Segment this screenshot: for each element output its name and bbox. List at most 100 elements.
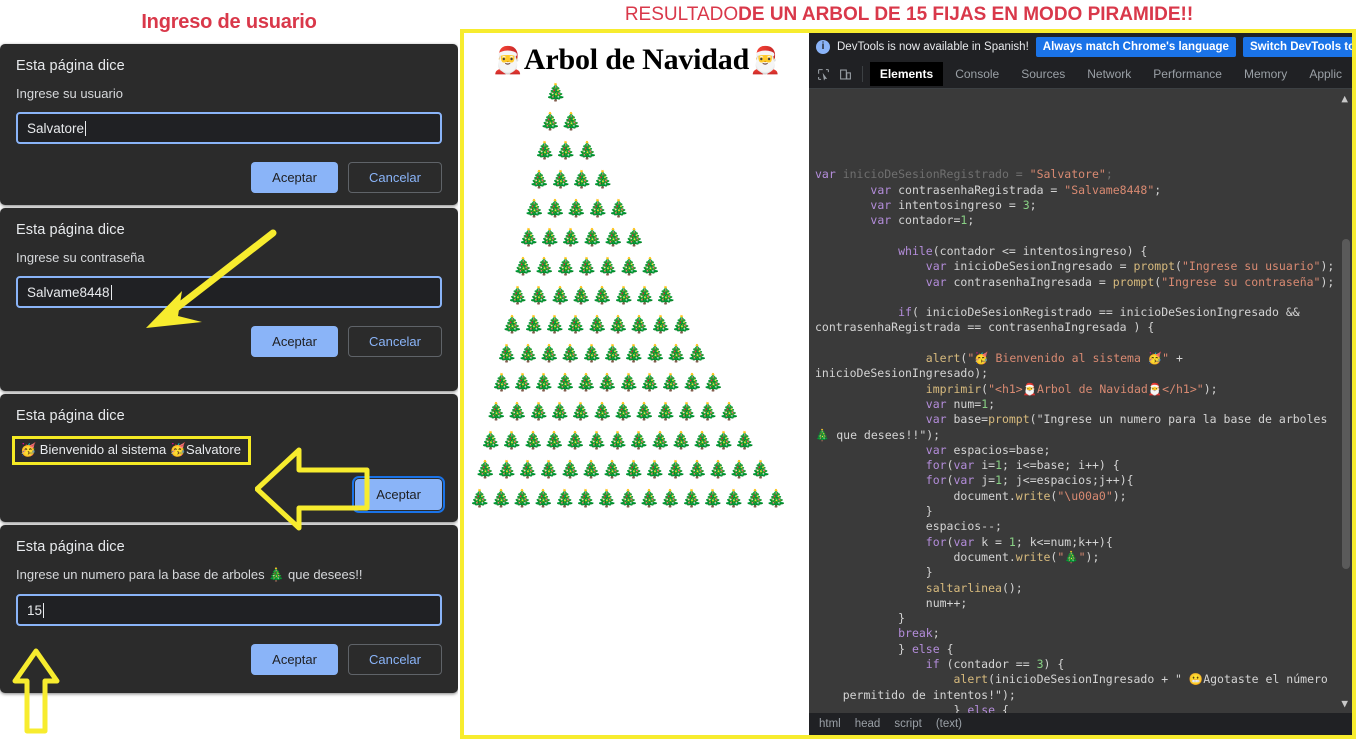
code-line: for(var i=1; i<=base; i++) { <box>925 458 1120 473</box>
code-line: saltarlinea(); <box>925 580 1023 595</box>
tree-row: 🎄🎄🎄🎄🎄🎄🎄🎄🎄🎄🎄🎄 <box>464 402 740 422</box>
elements-source-code[interactable]: ▲ ▼ var inicioDeSesionRegistrado = "Salv… <box>809 89 1352 713</box>
cancel-button[interactable]: Cancelar <box>347 162 442 193</box>
devtools-panel: i DevTools is now available in Spanish! … <box>809 33 1352 735</box>
tab-sources[interactable]: Sources <box>1011 62 1075 86</box>
accept-button[interactable]: Aceptar <box>251 326 338 357</box>
tab-application[interactable]: Applic <box>1299 62 1352 86</box>
code-line: var contador=1; <box>870 213 975 228</box>
code-line: var contrasenhaRegistrada = "Salvame8448… <box>870 182 1162 197</box>
tree-row: 🎄🎄🎄🎄🎄🎄🎄🎄 <box>464 286 677 306</box>
tab-console[interactable]: Console <box>945 62 1009 86</box>
code-scrollbar[interactable] <box>1342 239 1350 569</box>
contrasena-input-value: Salvame8448 <box>27 284 110 300</box>
scroll-down-arrow-icon[interactable]: ▼ <box>1341 696 1348 711</box>
base-arboles-input-value: 15 <box>27 602 43 618</box>
alert-dialog-usuario: Esta página dice Ingrese su usuario Salv… <box>0 44 458 205</box>
text-caret <box>43 602 45 618</box>
code-line: for(var j=1; j<=espacios;j++){ <box>925 473 1134 488</box>
code-line: var inicioDeSesionRegistrado = "Salvator… <box>815 167 1113 182</box>
santa-icon-left: 🎅 <box>491 46 524 76</box>
alert-dialog-bienvenido: Esta página dice 🥳 Bienvenido al sistema… <box>0 394 458 522</box>
base-arboles-input[interactable]: 15 <box>16 594 442 626</box>
dialog-actions: Aceptar Cancelar <box>16 326 442 357</box>
code-line: num++; <box>815 595 968 610</box>
code-line: var espacios=base; <box>925 442 1051 457</box>
tree-row: 🎄🎄 <box>464 112 582 132</box>
code-line: } else { <box>815 641 954 656</box>
dialog-actions: Aceptar <box>16 476 445 513</box>
text-caret <box>110 284 112 300</box>
code-line: } <box>815 504 933 519</box>
dialog-message: Ingrese un numero para la base de arbole… <box>16 567 363 582</box>
info-icon: i <box>816 39 830 54</box>
screenshot-root: Ingreso de usuario Esta página dice Ingr… <box>0 0 1360 742</box>
devtools-tabbar: Elements Console Sources Network Perform… <box>809 60 1352 89</box>
code-line: var contrasenhaIngresada = prompt("Ingre… <box>925 274 1335 289</box>
dialog-actions: Aceptar Cancelar <box>16 644 442 675</box>
dom-breadcrumb: html head script (text) <box>809 713 1352 735</box>
code-line: 🎄 que desees!!"); <box>815 427 941 442</box>
contrasena-input[interactable]: Salvame8448 <box>16 276 442 308</box>
code-line: if( inicioDeSesionRegistrado == inicioDe… <box>898 305 1300 320</box>
right-title-lead: RESULTADO <box>624 4 739 25</box>
cancel-button[interactable]: Cancelar <box>347 326 442 357</box>
left-column: Ingreso de usuario Esta página dice Ingr… <box>0 0 458 742</box>
code-line: alert("🥳 Bienvenido al sistema 🥳" + <box>925 351 1183 366</box>
accept-button[interactable]: Aceptar <box>251 162 338 193</box>
scroll-up-arrow-icon[interactable]: ▲ <box>1341 91 1348 106</box>
breadcrumb-script[interactable]: script <box>894 718 921 730</box>
rendered-page: 🎅Arbol de Navidad🎅 🎄 🎄🎄 🎄🎄🎄 🎄🎄🎄🎄 🎄🎄🎄🎄🎄 🎄… <box>464 33 809 735</box>
tree-row: 🎄🎄🎄🎄🎄🎄🎄🎄🎄🎄🎄🎄🎄 <box>464 431 756 451</box>
alert-dialog-contrasena: Esta página dice Ingrese su contraseña S… <box>0 208 458 391</box>
right-column-title: RESULTADODE UN ARBOL DE 15 FIJAS EN MODO… <box>458 0 1360 30</box>
code-line: } <box>815 565 933 580</box>
usuario-input[interactable]: Salvatore <box>16 112 442 144</box>
tab-memory[interactable]: Memory <box>1234 62 1297 86</box>
tree-row: 🎄🎄🎄🎄🎄 <box>464 199 630 219</box>
switch-devtools-language-button[interactable]: Switch DevTools to S <box>1242 36 1352 57</box>
always-match-language-button[interactable]: Always match Chrome's language <box>1035 36 1236 57</box>
breadcrumb-html[interactable]: html <box>819 718 841 730</box>
breadcrumb-head[interactable]: head <box>855 718 881 730</box>
banner-text: DevTools is now available in Spanish! <box>837 40 1029 53</box>
tab-elements[interactable]: Elements <box>869 62 944 86</box>
code-line: var intentosingreso = 3; <box>870 198 1037 213</box>
dialog-actions: Aceptar Cancelar <box>16 162 442 193</box>
dialog-message: Ingrese su contraseña <box>16 250 145 265</box>
tree-row: 🎄 <box>464 83 567 103</box>
tab-performance[interactable]: Performance <box>1143 62 1232 86</box>
tree-row: 🎄🎄🎄🎄🎄🎄🎄🎄🎄🎄🎄🎄🎄🎄 <box>464 460 772 480</box>
right-title-bold: DE UN ARBOL DE 15 FIJAS EN MODO PIRAMIDE… <box>738 4 1194 25</box>
tree-row: 🎄🎄🎄🎄🎄🎄🎄🎄🎄🎄 <box>464 344 709 364</box>
result-frame: 🎅Arbol de Navidad🎅 🎄 🎄🎄 🎄🎄🎄 🎄🎄🎄🎄 🎄🎄🎄🎄🎄 🎄… <box>460 29 1356 739</box>
code-line: if (contador == 3) { <box>925 656 1065 671</box>
tree-row: 🎄🎄🎄 <box>464 141 598 161</box>
cancel-button[interactable]: Cancelar <box>347 644 442 675</box>
right-column: RESULTADODE UN ARBOL DE 15 FIJAS EN MODO… <box>458 0 1360 742</box>
code-line: contrasenhaRegistrada == contrasenhaIngr… <box>815 320 1155 335</box>
tree-row: 🎄🎄🎄🎄🎄🎄 <box>464 228 646 248</box>
inspect-element-icon[interactable] <box>813 62 833 86</box>
code-line: permitido de intentos!"); <box>815 687 1016 702</box>
devtools-language-banner: i DevTools is now available in Spanish! … <box>809 33 1352 60</box>
tree-row: 🎄🎄🎄🎄🎄🎄🎄🎄🎄🎄🎄🎄🎄🎄🎄 <box>464 489 787 509</box>
accept-button[interactable]: Aceptar <box>352 476 445 513</box>
code-line: while(contador <= intentosingreso) { <box>898 243 1148 258</box>
code-line: document.write("🎄"); <box>815 549 1100 564</box>
code-line: imprimir("<h1>🎅Arbol de Navidad🎅</h1>"); <box>925 381 1218 396</box>
accept-button[interactable]: Aceptar <box>251 644 338 675</box>
code-line: } else { <box>815 702 1009 713</box>
code-line: alert(inicioDeSesionIngresado + " 😬Agota… <box>953 672 1328 687</box>
tree-pyramid: 🎄 🎄🎄 🎄🎄🎄 🎄🎄🎄🎄 🎄🎄🎄🎄🎄 🎄🎄🎄🎄🎄🎄 🎄🎄🎄🎄🎄🎄🎄 🎄🎄🎄🎄🎄… <box>464 79 809 514</box>
dialog-title: Esta página dice <box>16 539 125 555</box>
code-line: var inicioDeSesionIngresado = prompt("In… <box>925 259 1335 274</box>
alert-dialog-base-arboles: Esta página dice Ingrese un numero para … <box>0 525 458 693</box>
device-toolbar-icon[interactable] <box>835 62 855 86</box>
page-heading: 🎅Arbol de Navidad🎅 <box>464 43 809 77</box>
breadcrumb-text[interactable]: (text) <box>936 718 962 730</box>
left-column-title: Ingreso de usuario <box>141 11 317 33</box>
tab-network[interactable]: Network <box>1077 62 1141 86</box>
tree-row: 🎄🎄🎄🎄🎄🎄🎄🎄🎄🎄🎄 <box>464 373 724 393</box>
code-line: inicioDeSesionIngresado); <box>815 366 989 381</box>
